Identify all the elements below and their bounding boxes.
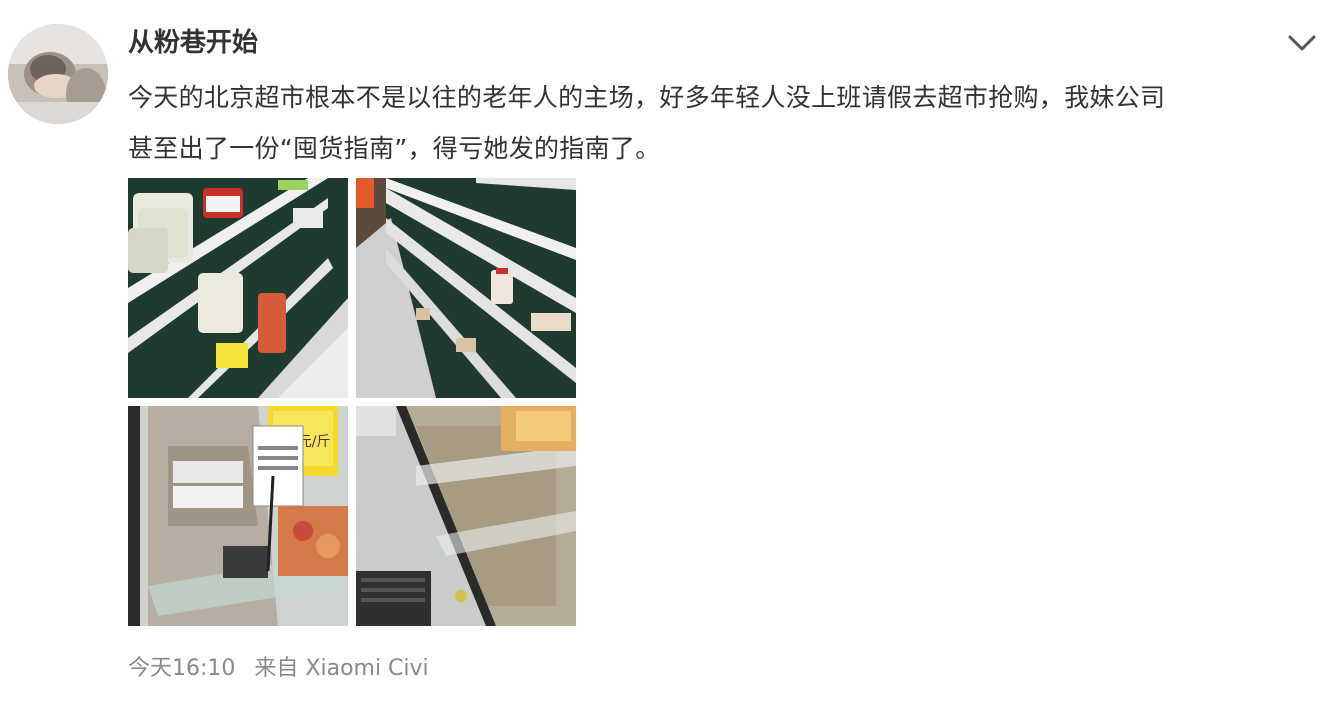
- avatar-image: [8, 24, 108, 124]
- photo-thumbnail-4[interactable]: [356, 406, 576, 626]
- post-meta: 今天16:10 来自 Xiaomi Civi: [128, 652, 429, 686]
- photo-thumbnail-1[interactable]: [128, 178, 348, 398]
- photo-thumbnail-2[interactable]: [356, 178, 576, 398]
- photo-empty-shelves-rice: [128, 178, 348, 398]
- post-text-line: 今天的北京超市根本不是以往的老年人的主场，好多年轻人没上班请假去超市抢购，我妹公…: [128, 83, 1166, 112]
- photo-grid: 9.9元/斤: [128, 178, 576, 626]
- photo-thumbnail-3[interactable]: 9.9元/斤: [128, 406, 348, 626]
- post-time: 今天16:10: [128, 656, 236, 681]
- weibo-post: 从粉巷开始 今天的北京超市根本不是以往的老年人的主场，好多年轻人没上班请假去超市…: [0, 0, 1324, 708]
- post-menu-button[interactable]: [1284, 28, 1320, 58]
- chevron-down-icon: [1288, 35, 1316, 51]
- post-text-line: 甚至出了一份“囤货指南”，得亏她发的指南了。: [128, 134, 661, 163]
- username[interactable]: 从粉巷开始: [128, 24, 258, 62]
- photo-empty-produce-case: [356, 406, 576, 626]
- post-text: 今天的北京超市根本不是以往的老年人的主场，好多年轻人没上班请假去超市抢购，我妹公…: [128, 72, 1288, 174]
- photo-empty-bulk-bins: 9.9元/斤: [128, 406, 348, 626]
- avatar[interactable]: [8, 24, 108, 124]
- photo-empty-shelves: [356, 178, 576, 398]
- post-source[interactable]: 来自 Xiaomi Civi: [254, 656, 428, 681]
